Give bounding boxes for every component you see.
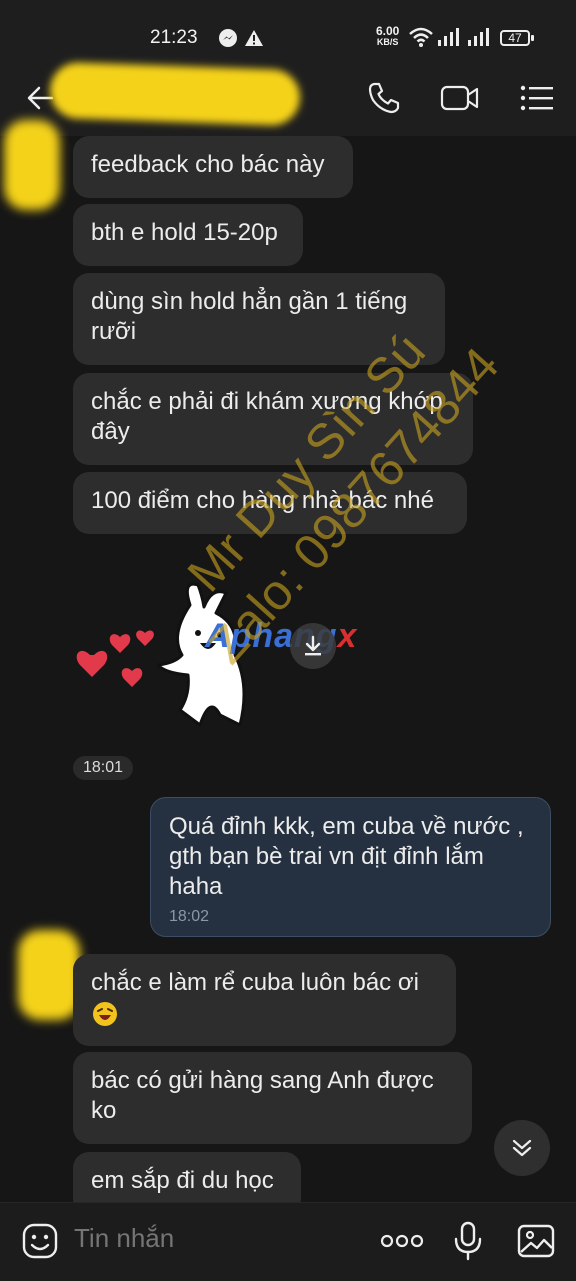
status-bar: 21:23 6.00 KB/S 47 xyxy=(0,0,576,58)
message-text: Quá đỉnh kkk, em cuba về nước , gth bạn … xyxy=(169,813,524,900)
message-text: chắc e làm rể cuba luôn bác ơi xyxy=(91,969,419,996)
messenger-notification-icon xyxy=(218,28,238,53)
message-text: em sắp đi du học xyxy=(91,1167,274,1194)
voice-message-button[interactable] xyxy=(446,1219,490,1263)
time-divider: 18:01 xyxy=(73,756,134,780)
contact-name-redaction xyxy=(49,61,301,127)
video-call-icon xyxy=(440,85,479,111)
network-speed-unit: KB/S xyxy=(376,37,399,47)
send-image-button[interactable] xyxy=(514,1219,558,1263)
message-bubble[interactable]: bác có gửi hàng sang Anh được ko xyxy=(73,1052,472,1144)
chat-header xyxy=(0,58,576,136)
emoji-button[interactable] xyxy=(18,1219,62,1263)
video-call-button[interactable] xyxy=(440,78,480,118)
microphone-icon xyxy=(454,1221,482,1261)
message-text: feedback cho bác này xyxy=(91,151,325,178)
emoji-icon xyxy=(22,1223,58,1259)
battery-indicator: 47 xyxy=(500,30,534,46)
message-bubble[interactable]: chắc e phải đi khám xương khớp đây xyxy=(73,373,473,465)
message-bubble[interactable]: chắc e làm rể cuba luôn bác ơi xyxy=(73,954,456,1046)
message-input[interactable] xyxy=(74,1223,334,1254)
phone-icon xyxy=(368,82,400,114)
download-sticker-button[interactable] xyxy=(290,623,336,669)
my-message-bubble[interactable]: Quá đỉnh kkk, em cuba về nước , gth bạn … xyxy=(150,797,551,937)
double-chevron-down-icon xyxy=(512,1139,532,1157)
scroll-to-bottom-button[interactable] xyxy=(494,1120,550,1176)
message-composer xyxy=(0,1202,576,1281)
more-options-button[interactable] xyxy=(378,1219,426,1263)
message-bubble[interactable]: dùng sìn hold hẳn gần 1 tiếng rưỡi xyxy=(73,273,445,365)
menu-button[interactable] xyxy=(517,78,557,118)
voice-call-button[interactable] xyxy=(364,78,404,118)
sticker-watermark-accent: x xyxy=(337,617,358,655)
download-icon xyxy=(305,635,321,656)
avatar-redaction-bottom xyxy=(18,930,80,1020)
wifi-icon xyxy=(408,26,434,53)
message-bubble[interactable]: bth e hold 15-20p xyxy=(73,204,303,266)
status-time: 21:23 xyxy=(150,27,198,48)
message-text: 100 điểm cho hàng nhà bác nhé xyxy=(91,487,434,514)
laughing-face-icon xyxy=(93,1001,117,1026)
message-text: bác có gửi hàng sang Anh được ko xyxy=(91,1067,434,1124)
network-speed: 6.00 KB/S xyxy=(376,24,400,48)
more-dots-icon xyxy=(380,1234,424,1248)
image-icon xyxy=(517,1224,555,1258)
signal-icon-2 xyxy=(468,28,492,51)
message-text: chắc e phải đi khám xương khớp đây xyxy=(91,388,443,445)
network-speed-value: 6.00 xyxy=(376,24,400,38)
message-timestamp: 18:02 xyxy=(169,908,210,925)
warning-icon xyxy=(244,28,264,53)
message-text: dùng sìn hold hẳn gần 1 tiếng rưỡi xyxy=(91,288,408,345)
signal-icon-1 xyxy=(438,28,462,51)
message-text: bth e hold 15-20p xyxy=(91,219,278,246)
message-bubble[interactable]: 100 điểm cho hàng nhà bác nhé xyxy=(73,472,467,534)
avatar-redaction-top xyxy=(4,120,60,210)
message-bubble[interactable]: feedback cho bác này xyxy=(73,136,353,198)
menu-icon xyxy=(520,85,553,111)
